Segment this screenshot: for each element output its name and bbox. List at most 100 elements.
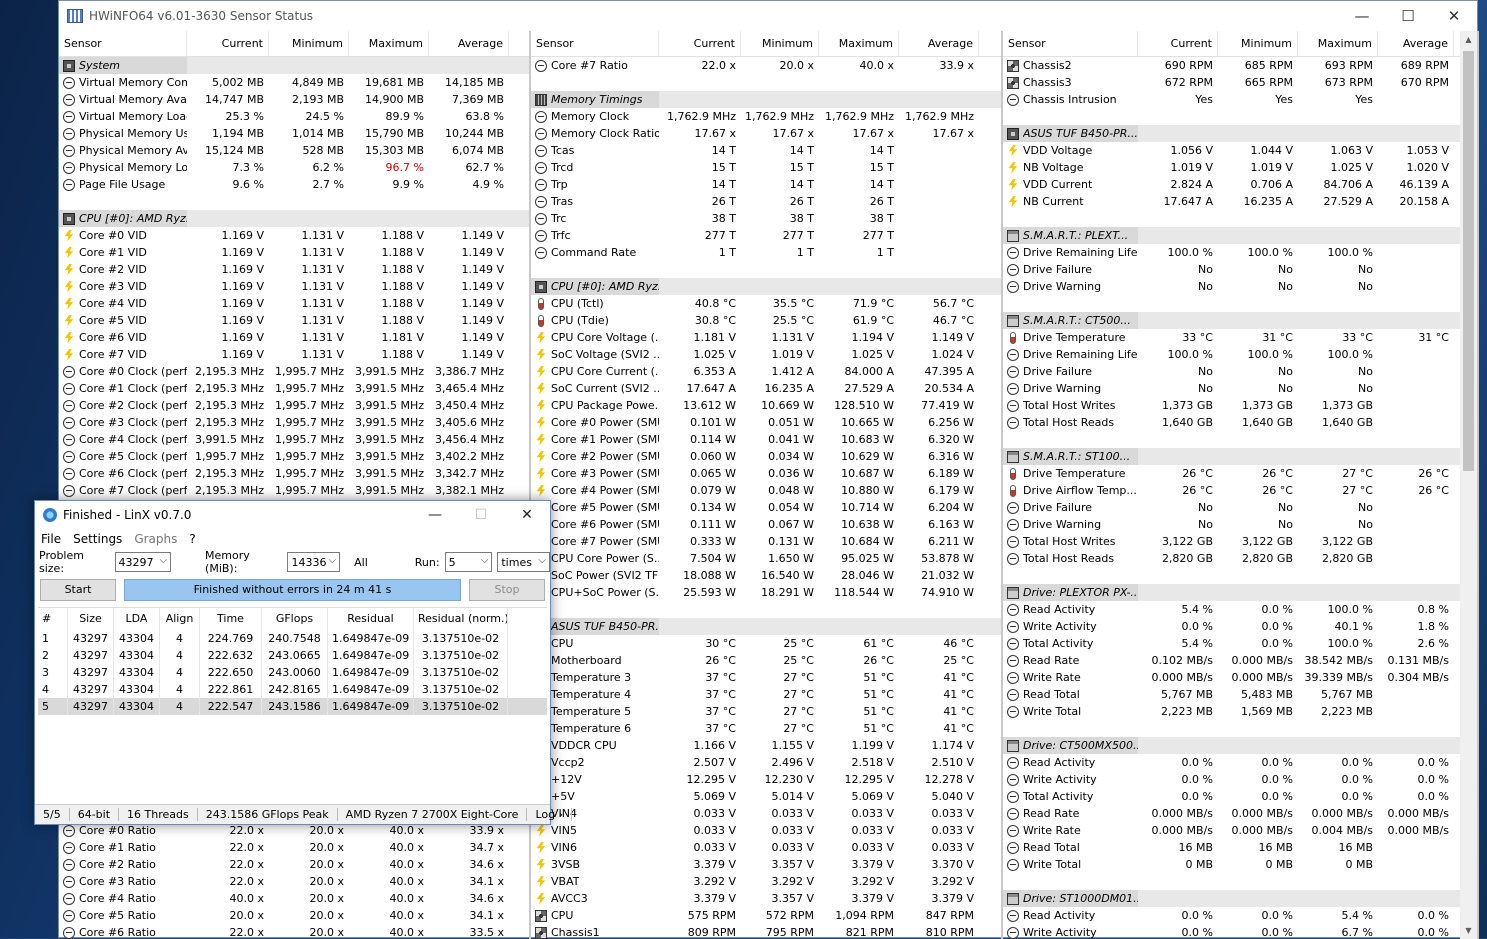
results-column-header[interactable]: LDA — [114, 608, 160, 630]
sensor-row[interactable]: Write Activity 0.0 % 0.0 % 0.0 % 0.0 % — [1003, 771, 1477, 788]
vertical-scrollbar[interactable]: ▲ ▼ — [1460, 31, 1477, 939]
sensor-row[interactable]: Drive Remaining Life 100.0 % 100.0 % 100.0 … — [1003, 346, 1477, 363]
sensor-row[interactable]: Write Total 2,223 MB 1,569 MB 2,223 MB — [1003, 703, 1477, 720]
sensor-row[interactable]: VDD Current 2.824 A 0.706 A 84.706 A 46.139 … — [1003, 176, 1477, 193]
sensor-row[interactable]: VDDCR CPU 1.166 V 1.155 V 1.199 V 1.174 V — [531, 737, 1001, 754]
sensor-row[interactable]: Read Rate 0.102 MB/s 0.000 MB/s 38.542 MB/s… — [1003, 652, 1477, 669]
minimize-button[interactable]: — — [1339, 1, 1385, 31]
linx-minimize-button[interactable]: — — [412, 507, 458, 523]
sensor-row[interactable]: Total Activity 5.4 % 0.0 % 100.0 % 2.6 % — [1003, 635, 1477, 652]
sensor-row[interactable]: Core #4 Ratio 40.0 x 20.0 x 40.0 x 34.6 x — [59, 890, 529, 907]
sensor-row[interactable]: Drive Warning No No No — [1003, 380, 1477, 397]
sensor-row[interactable]: Total Host Reads 2,820 GB 2,820 GB 2,820 GB — [1003, 550, 1477, 567]
sensor-group-header[interactable]: Memory Timings — [531, 91, 1001, 108]
scrollbar-thumb[interactable] — [1463, 51, 1474, 471]
sensor-row[interactable]: Core #3 Clock (perf... 2,195.3 MHz 1,995.7… — [59, 414, 529, 431]
sensor-row[interactable]: Temperature 3 37 °C 27 °C 51 °C 41 °C — [531, 669, 1001, 686]
sensor-row[interactable]: VIN6 0.033 V 0.033 V 0.033 V 0.033 V — [531, 839, 1001, 856]
column-header-average[interactable]: Average — [899, 31, 979, 57]
sensor-row[interactable]: NB Current 17.647 A 16.235 A 27.529 A 20.158… — [1003, 193, 1477, 210]
sensor-row[interactable]: Vccp2 2.507 V 2.496 V 2.518 V 2.510 V — [531, 754, 1001, 771]
sensor-row[interactable]: Physical Memory Load 7.3 % 6.2 % 96.7 % 62.7… — [59, 159, 529, 176]
sensor-row[interactable]: NB Voltage 1.019 V 1.019 V 1.025 V 1.020 V — [1003, 159, 1477, 176]
sensor-row[interactable]: Read Activity 0.0 % 0.0 % 0.0 % 0.0 % — [1003, 754, 1477, 771]
sensor-row[interactable]: Core #5 Power (SMU) 0.134 W 0.054 W 10.714 … — [531, 499, 1001, 516]
sensor-row[interactable]: Memory Clock Ratio 17.67 x 17.67 x 17.67 x 1… — [531, 125, 1001, 142]
maximize-button[interactable]: ☐ — [1385, 1, 1431, 31]
linx-title-bar[interactable]: Finished - LinX v0.7.0 — ☐ ✕ — [35, 501, 550, 529]
sensor-row[interactable]: Trcd 15 T 15 T 15 T — [531, 159, 1001, 176]
column-header-maximum[interactable]: Maximum — [349, 31, 429, 57]
results-column-header[interactable]: Residual — [328, 608, 414, 630]
sensor-row[interactable]: Core #0 Clock (perf... 2,195.3 MHz 1,995.7… — [59, 363, 529, 380]
sensor-group-header[interactable]: ASUS TUF B450-PR... — [1003, 125, 1477, 142]
sensor-row[interactable]: Total Activity 0.0 % 0.0 % 0.0 % 0.0 % — [1003, 788, 1477, 805]
linx-close-button[interactable]: ✕ — [504, 507, 550, 523]
sensor-group-header[interactable]: S.M.A.R.T.: PLEXT... — [1003, 227, 1477, 244]
sensor-row[interactable]: VIN4 0.033 V 0.033 V 0.033 V 0.033 V — [531, 805, 1001, 822]
sensor-row[interactable]: Physical Memory Av... 15,124 MB 528 MB 15,3… — [59, 142, 529, 159]
log-button[interactable]: Log › — [527, 808, 572, 821]
sensor-row[interactable]: Core #2 Clock (perf... 2,195.3 MHz 1,995.7… — [59, 397, 529, 414]
sensor-row[interactable]: Total Host Reads 1,640 GB 1,640 GB 1,640 GB — [1003, 414, 1477, 431]
title-bar[interactable]: HWiNFO64 v6.01-3630 Sensor Status — ☐ ✕ — [59, 1, 1477, 31]
column-header-maximum[interactable]: Maximum — [1298, 31, 1378, 57]
sensor-row[interactable]: Core #3 Ratio 22.0 x 20.0 x 40.0 x 34.1 x — [59, 873, 529, 890]
results-column-header[interactable]: Size — [68, 608, 114, 630]
sensor-row[interactable]: CPU Core Power (S... 7.504 W 1.650 W 95.025… — [531, 550, 1001, 567]
sensor-group-header[interactable]: CPU [#0]: AMD Ryz... — [59, 210, 529, 227]
sensor-row[interactable]: Core #0 Power (SMU) 0.101 W 0.051 W 10.665 … — [531, 414, 1001, 431]
sensor-row[interactable]: Drive Failure No No No — [1003, 363, 1477, 380]
sensor-row[interactable]: CPU Package Powe... 13.612 W 10.669 W 128.5… — [531, 397, 1001, 414]
sensor-group-header[interactable]: Drive: ST1000DM01... — [1003, 890, 1477, 907]
start-button[interactable]: Start — [40, 579, 116, 601]
sensor-row[interactable]: Core #7 VID 1.169 V 1.131 V 1.188 V 1.149 V — [59, 346, 529, 363]
problem-size-select[interactable]: 43297 ⌵ — [114, 552, 172, 572]
menu-graphs[interactable]: Graphs — [128, 532, 183, 546]
column-header-minimum[interactable]: Minimum — [741, 31, 819, 57]
sensor-row[interactable]: Read Activity 5.4 % 0.0 % 100.0 % 0.8 % — [1003, 601, 1477, 618]
sensor-row[interactable]: Read Total 16 MB 16 MB 16 MB — [1003, 839, 1477, 856]
sensor-row[interactable]: CPU Core Current (... 6.353 A 1.412 A 84.00… — [531, 363, 1001, 380]
sensor-row[interactable]: Temperature 5 37 °C 27 °C 51 °C 41 °C — [531, 703, 1001, 720]
sensor-group-header[interactable]: S.M.A.R.T.: ST100... — [1003, 448, 1477, 465]
sensor-row[interactable]: Core #6 VID 1.169 V 1.131 V 1.181 V 1.149 V — [59, 329, 529, 346]
sensor-row[interactable]: Core #2 Ratio 22.0 x 20.0 x 40.0 x 34.6 x — [59, 856, 529, 873]
sensor-row[interactable]: Command Rate 1 T 1 T 1 T — [531, 244, 1001, 261]
memory-select[interactable]: 14336 ⌵ — [287, 552, 341, 572]
sensor-row[interactable]: Drive Temperature 26 °C 26 °C 27 °C 26 °C — [1003, 465, 1477, 482]
sensor-row[interactable]: Core #1 VID 1.169 V 1.131 V 1.188 V 1.149 V — [59, 244, 529, 261]
sensor-row[interactable]: Drive Warning No No No — [1003, 516, 1477, 533]
sensor-row[interactable]: SoC Current (SVI2 ... 17.647 A 16.235 A 27.… — [531, 380, 1001, 397]
sensor-row[interactable]: CPU (Tdie) 30.8 °C 25.5 °C 61.9 °C 46.7 °C — [531, 312, 1001, 329]
sensor-row[interactable]: Core #1 Clock (perf... 2,195.3 MHz 1,995.7… — [59, 380, 529, 397]
sensor-row[interactable]: Write Activity 0.0 % 0.0 % 6.7 % 0.0 % — [1003, 924, 1477, 939]
sensor-row[interactable]: 3VSB 3.379 V 3.357 V 3.379 V 3.370 V — [531, 856, 1001, 873]
sensor-row[interactable]: Core #4 VID 1.169 V 1.131 V 1.188 V 1.149 V — [59, 295, 529, 312]
column-header-current[interactable]: Current — [187, 31, 269, 57]
sensor-row[interactable]: Tras 26 T 26 T 26 T — [531, 193, 1001, 210]
sensor-row[interactable]: Core #5 VID 1.169 V 1.131 V 1.188 V 1.149 V — [59, 312, 529, 329]
column-header-current[interactable]: Current — [659, 31, 741, 57]
sensor-row[interactable]: Write Rate 0.000 MB/s 0.000 MB/s 39.339 MB/… — [1003, 669, 1477, 686]
sensor-row[interactable]: Core #3 Power (SMU) 0.065 W 0.036 W 10.687 … — [531, 465, 1001, 482]
sensor-row[interactable]: Write Rate 0.000 MB/s 0.000 MB/s 0.004 MB/s… — [1003, 822, 1477, 839]
sensor-group-header[interactable]: S.M.A.R.T.: CT500... — [1003, 312, 1477, 329]
sensor-row[interactable]: Core #0 VID 1.169 V 1.131 V 1.188 V 1.149 V — [59, 227, 529, 244]
sensor-row[interactable]: +12V 12.295 V 12.230 V 12.295 V 12.278 V — [531, 771, 1001, 788]
run-unit-select[interactable]: times ⌵ — [497, 552, 551, 572]
sensor-row[interactable]: AVCC3 3.379 V 3.357 V 3.379 V 3.379 V — [531, 890, 1001, 907]
run-count-select[interactable]: 5 ⌵ — [444, 552, 493, 572]
sensor-row[interactable]: Trc 38 T 38 T 38 T — [531, 210, 1001, 227]
results-column-header[interactable]: # — [38, 608, 68, 630]
column-header-minimum[interactable]: Minimum — [1218, 31, 1298, 57]
sensor-row[interactable]: Write Total 0 MB 0 MB 0 MB — [1003, 856, 1477, 873]
sensor-row[interactable]: Drive Warning No No No — [1003, 278, 1477, 295]
results-column-header[interactable]: Align — [160, 608, 200, 630]
scroll-up-arrow-icon[interactable]: ▲ — [1460, 31, 1477, 48]
sensor-row[interactable]: Memory Clock 1,762.9 MHz 1,762.9 MHz 1,762.… — [531, 108, 1001, 125]
sensor-row[interactable]: Core #1 Power (SMU) 0.114 W 0.041 W 10.683 … — [531, 431, 1001, 448]
sensor-row[interactable]: Chassis2 690 RPM 685 RPM 693 RPM 689 RPM — [1003, 57, 1477, 74]
sensor-row[interactable]: Core #2 Power (SMU) 0.060 W 0.034 W 10.629 … — [531, 448, 1001, 465]
sensor-row[interactable]: Page File Usage 9.6 % 2.7 % 9.9 % 4.9 % — [59, 176, 529, 193]
